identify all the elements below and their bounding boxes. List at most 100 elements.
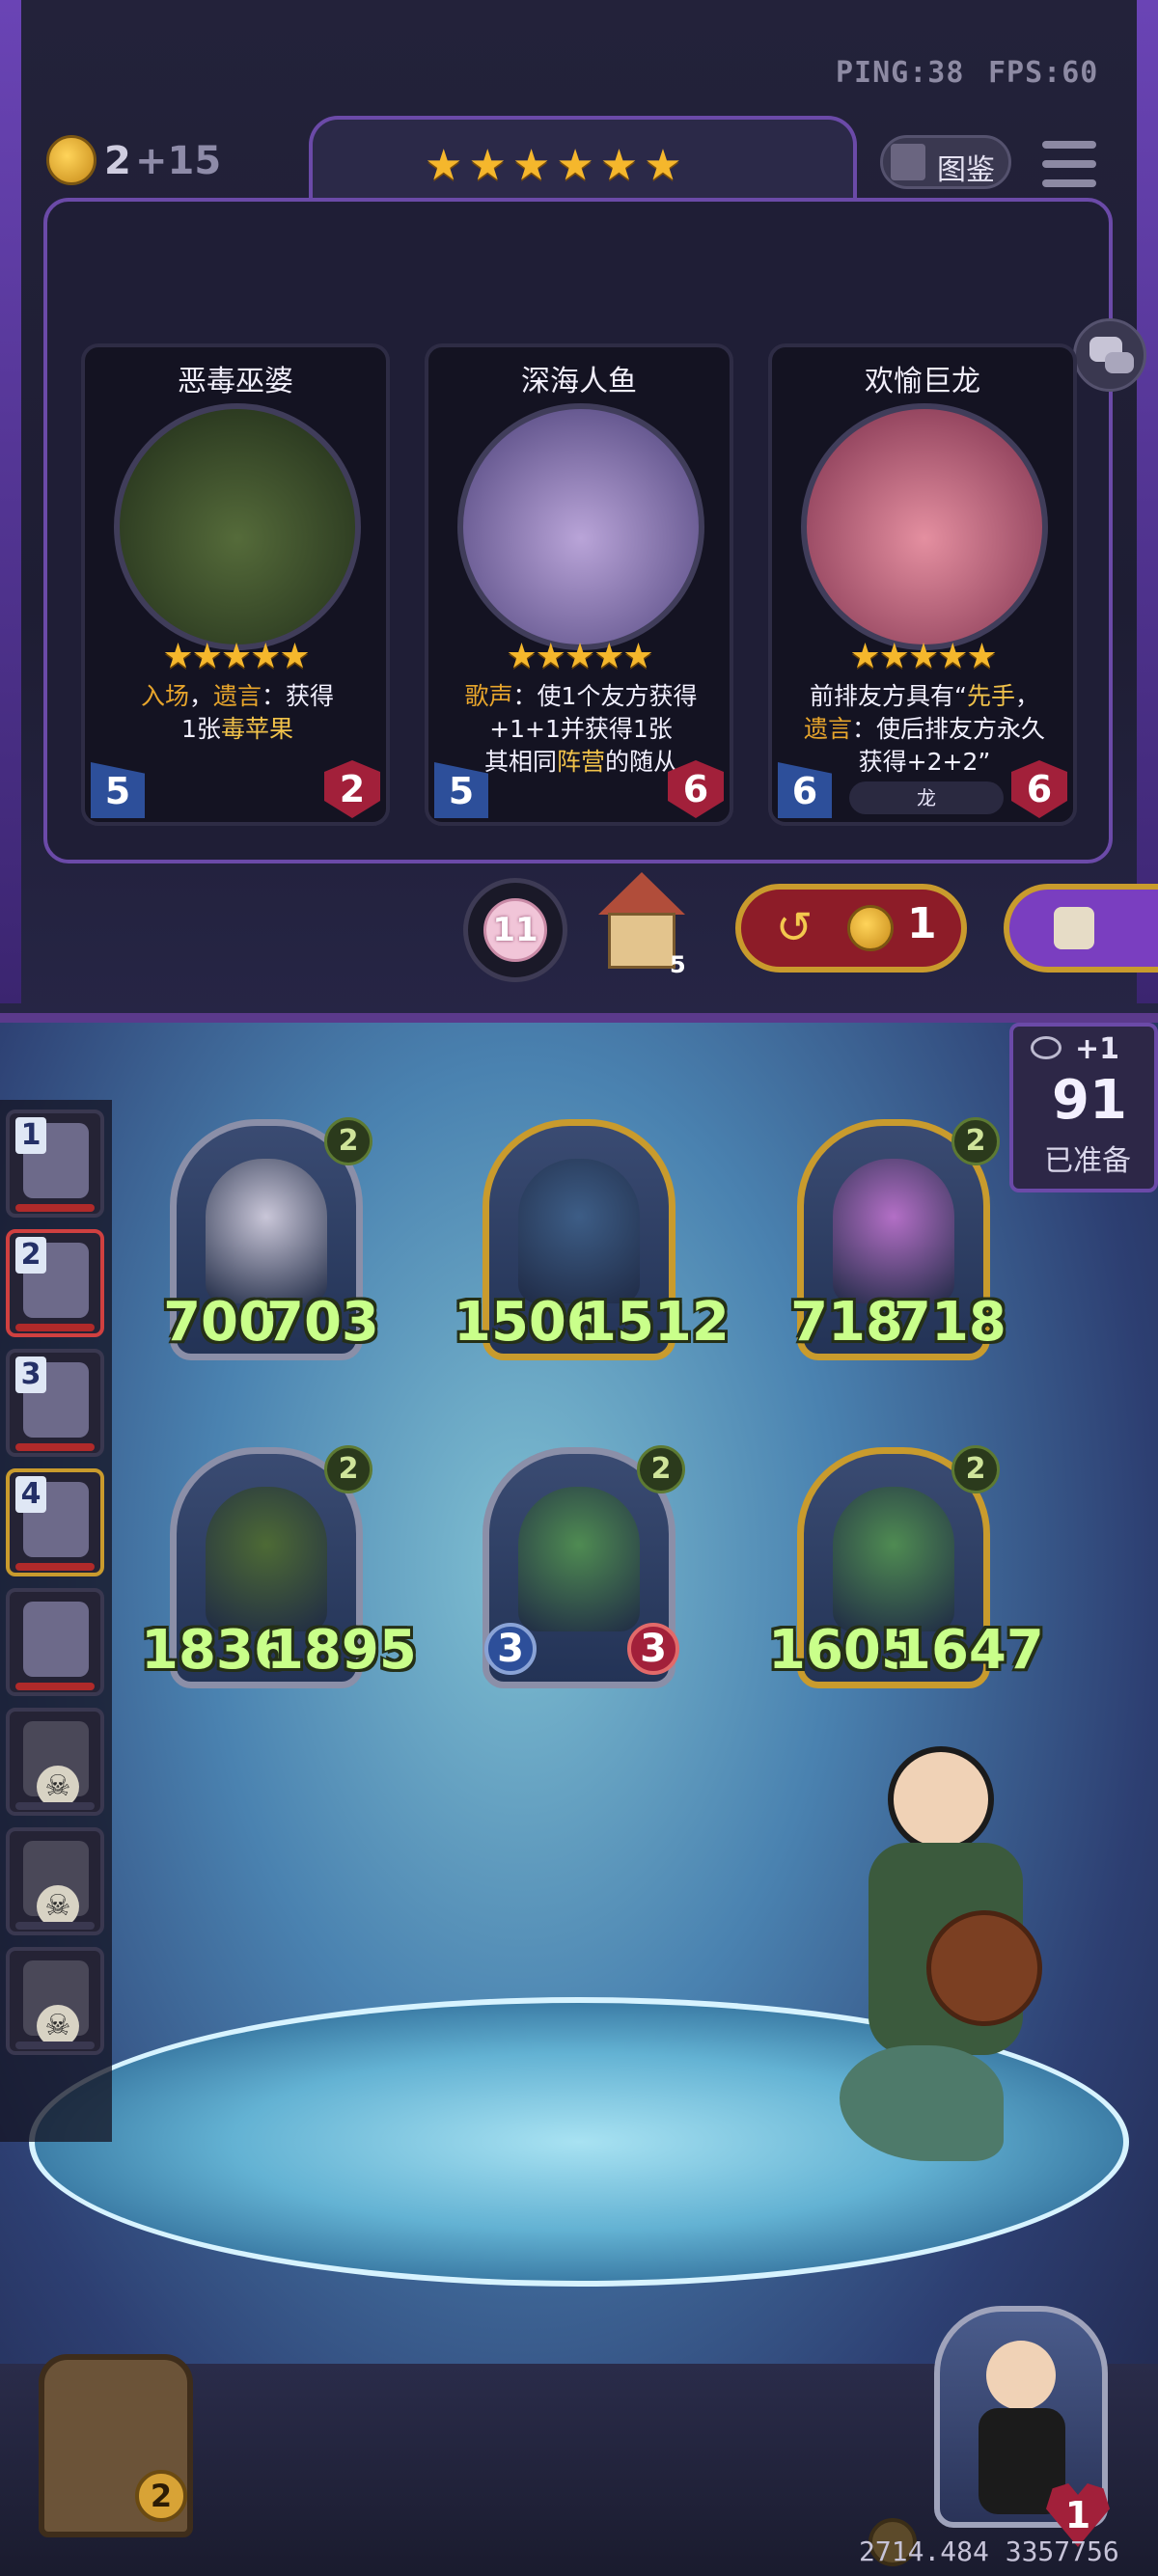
- minion-art: [518, 1159, 640, 1303]
- battle-board: +1 91 已准备 2 1 2714.484 3357756 1 2 3 4 ☠ ☠ ☠ 2 7…: [0, 1023, 1158, 2576]
- minion-art: [206, 1487, 327, 1631]
- ready-plus: +1: [1075, 1032, 1120, 1066]
- minion-level-badge: 2: [324, 1445, 372, 1494]
- card-description: 入场，遗言：获得 1张毒苹果: [140, 682, 335, 743]
- minion-level-badge: 2: [324, 1117, 372, 1165]
- hero-mermaid-bard: [762, 1727, 1081, 2180]
- minion-art: [833, 1159, 954, 1303]
- opponent-health-bar: [15, 1802, 95, 1810]
- card-description: 歌声：使1个友方获得 +1+1并获得1张 其相同阵营的随从: [464, 682, 698, 776]
- shop-card-evil-witch[interactable]: 恶毒巫婆 ★★★★★ 入场，遗言：获得 1张毒苹果 5 2: [81, 343, 390, 826]
- house-building[interactable]: 5: [591, 872, 697, 978]
- minion-level-badge: 2: [951, 1445, 1000, 1494]
- gold-coin-icon: [46, 135, 96, 185]
- card-portrait: [114, 403, 361, 650]
- card-stars: ★★★★★: [162, 637, 310, 676]
- minion-attack: 718: [790, 1291, 903, 1354]
- house-roof-icon: [598, 872, 685, 915]
- opponent-rank: 1: [15, 1117, 46, 1154]
- lock-icon: [1054, 907, 1094, 949]
- opponent-hero-3[interactable]: 3: [6, 1349, 104, 1457]
- opponent-hero-8[interactable]: ☠: [6, 1947, 104, 2055]
- card-health: 6: [668, 760, 724, 818]
- minion-health: 3: [627, 1623, 679, 1675]
- shop-card-joyful-dragon[interactable]: 欢愉巨龙 ★★★★★ 前排友方具有“先手， 遗言：使后排友方永久 获得+2+2” 6…: [768, 343, 1077, 826]
- opponent-portrait: [23, 1602, 89, 1677]
- minion-health: 1512: [579, 1291, 730, 1354]
- right-frame-bar: [1137, 0, 1158, 1003]
- card-attack: 5: [91, 762, 145, 818]
- opponent-health-bar: [15, 1443, 95, 1451]
- minion-art: [833, 1487, 954, 1631]
- chat-bubbles-icon[interactable]: [1073, 318, 1146, 392]
- shop-panel: PING:38 FPS:60 2 +15 ★★★★★★ 图鉴 恶毒巫婆 ★★★★…: [0, 0, 1158, 1023]
- gold-display: 2 +15: [46, 135, 239, 193]
- opponent-hero-4[interactable]: 4: [6, 1468, 104, 1576]
- card-health: 6: [1011, 760, 1067, 818]
- treasure-chest[interactable]: 2: [19, 2325, 212, 2547]
- minion-health: 718: [894, 1291, 1006, 1354]
- opponent-health-bar: [15, 1324, 95, 1331]
- minion-health: 1895: [266, 1619, 417, 1682]
- opponent-rank: 2: [15, 1237, 46, 1274]
- codex-button[interactable]: 图鉴: [880, 135, 1011, 189]
- eye-icon: [1031, 1036, 1062, 1059]
- freeze-shop-button[interactable]: [1004, 884, 1158, 973]
- opponent-hero-5[interactable]: [6, 1588, 104, 1696]
- ready-count: 91: [1052, 1069, 1127, 1132]
- gold-income: +15: [135, 139, 222, 183]
- card-stars: ★★★★★: [506, 637, 653, 676]
- opponent-health-bar: [15, 2042, 95, 2049]
- card-stars: ★★★★★: [849, 637, 997, 676]
- gold-amount: 2: [104, 139, 131, 183]
- opponent-health-bar: [15, 1204, 95, 1212]
- token-counter[interactable]: 11: [463, 878, 567, 982]
- minion-attack: 3: [484, 1623, 537, 1675]
- shop-card-deep-sea-mermaid[interactable]: 深海人鱼 ★★★★★ 歌声：使1个友方获得 +1+1并获得1张 其相同阵营的随从 5…: [425, 343, 733, 826]
- hamburger-menu-icon[interactable]: [1042, 137, 1096, 191]
- minion-attack: 700: [163, 1291, 276, 1354]
- opponent-rank: 4: [15, 1476, 46, 1513]
- opponent-health-bar: [15, 1922, 95, 1930]
- gold-coin-icon: [847, 905, 894, 951]
- opponent-hero-2[interactable]: 2: [6, 1229, 104, 1337]
- minion-health: 703: [266, 1291, 379, 1354]
- opponent-health-bar: [15, 1683, 95, 1690]
- card-name: 恶毒巫婆: [178, 365, 293, 398]
- minion-attack: 1836: [141, 1619, 291, 1682]
- refresh-cost: 1: [907, 899, 937, 948]
- minion-attack: 1506: [454, 1291, 604, 1354]
- house-icon: [608, 913, 676, 969]
- ping-readout: PING:38: [836, 56, 965, 90]
- flower-token-icon: 11: [483, 898, 547, 962]
- refresh-button[interactable]: ↺ 1: [735, 884, 967, 973]
- refresh-arrow-icon: ↺: [775, 901, 813, 953]
- card-name: 欢愉巨龙: [865, 365, 980, 398]
- minion-art: [518, 1487, 640, 1631]
- ready-panel: +1 91 已准备: [1009, 1023, 1158, 1192]
- book-icon: [891, 144, 925, 180]
- minion-health: 1647: [894, 1619, 1044, 1682]
- minion-attack: 1605: [768, 1619, 919, 1682]
- tavern-tier-stars: ★★★★★★: [425, 141, 688, 190]
- minion-level-badge: 2: [951, 1117, 1000, 1165]
- house-count: 5: [670, 951, 686, 978]
- ready-label: 已准备: [1044, 1144, 1131, 1178]
- opponent-hero-6[interactable]: ☠: [6, 1708, 104, 1816]
- card-portrait: [457, 403, 704, 650]
- card-description: 前排友方具有“先手， 遗言：使后排友方永久 获得+2+2”: [803, 682, 1046, 776]
- opponent-health-bar: [15, 1563, 95, 1571]
- minion-level-badge: 2: [637, 1445, 685, 1494]
- lute-icon: [926, 1910, 1042, 2026]
- chest-count: 2: [135, 2470, 187, 2522]
- card-tribe: 龙: [849, 781, 1004, 814]
- left-frame-bar: [0, 0, 21, 1003]
- coords-readout: 2714.484 3357756: [859, 2535, 1119, 2567]
- card-name: 深海人鱼: [521, 365, 637, 398]
- opponent-hero-7[interactable]: ☠: [6, 1827, 104, 1935]
- minion-art: [206, 1159, 327, 1303]
- fps-readout: FPS:60: [988, 56, 1099, 90]
- opponent-hero-1[interactable]: 1: [6, 1110, 104, 1218]
- card-health: 2: [324, 760, 380, 818]
- codex-label: 图鉴: [937, 153, 995, 187]
